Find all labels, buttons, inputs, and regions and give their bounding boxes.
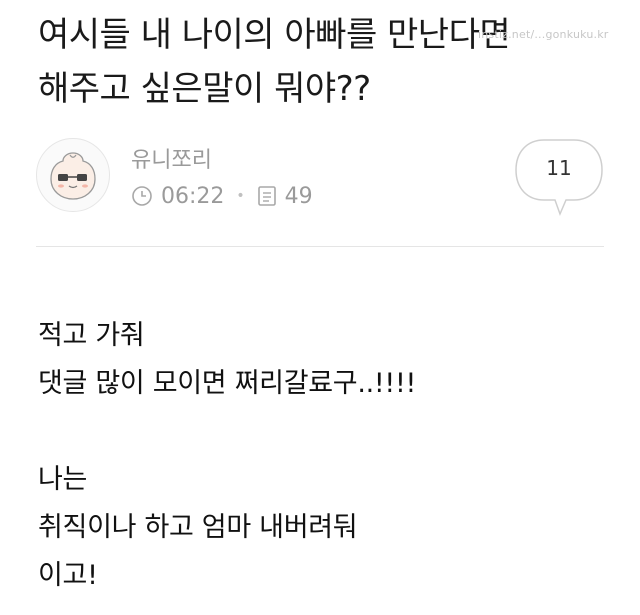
body-line: 나는 [38,464,88,495]
watermark: instiz.net/...gonkuku.kr [478,28,609,41]
body-line: 이고! [38,560,98,591]
comment-button[interactable]: 11 [514,138,604,218]
body-line [38,408,618,456]
peach-character-avatar-icon [50,152,96,200]
view-count: 49 [284,183,313,209]
divider [36,246,604,247]
post-title: 여시들 내 나이의 아빠를 만난다면 해주고 싶은말이 뭐야?? [38,8,618,116]
post-stats: 06:22 • 49 [131,182,313,210]
body-line: 취직이나 하고 엄마 내버려둬 [38,512,358,543]
comment-count: 11 [546,156,572,180]
post-body: 적고 가줘 댓글 많이 모이면 쩌리갈료구..!!!! 나는 취직이나 하고 엄… [38,312,618,600]
clock-icon [132,186,152,206]
avatar[interactable] [36,138,110,212]
post-meta: 유니쪼리 06:22 • 49 11 [36,138,606,218]
author-name[interactable]: 유니쪼리 [131,142,212,174]
body-line: 적고 가줘 [38,320,145,351]
post-title-line-2: 해주고 싶은말이 뭐야?? [38,69,371,109]
document-icon [257,186,276,206]
post-time: 06:22 [161,183,225,209]
separator-dot: • [236,188,245,204]
body-line: 댓글 많이 모이면 쩌리갈료구..!!!! [38,368,416,399]
